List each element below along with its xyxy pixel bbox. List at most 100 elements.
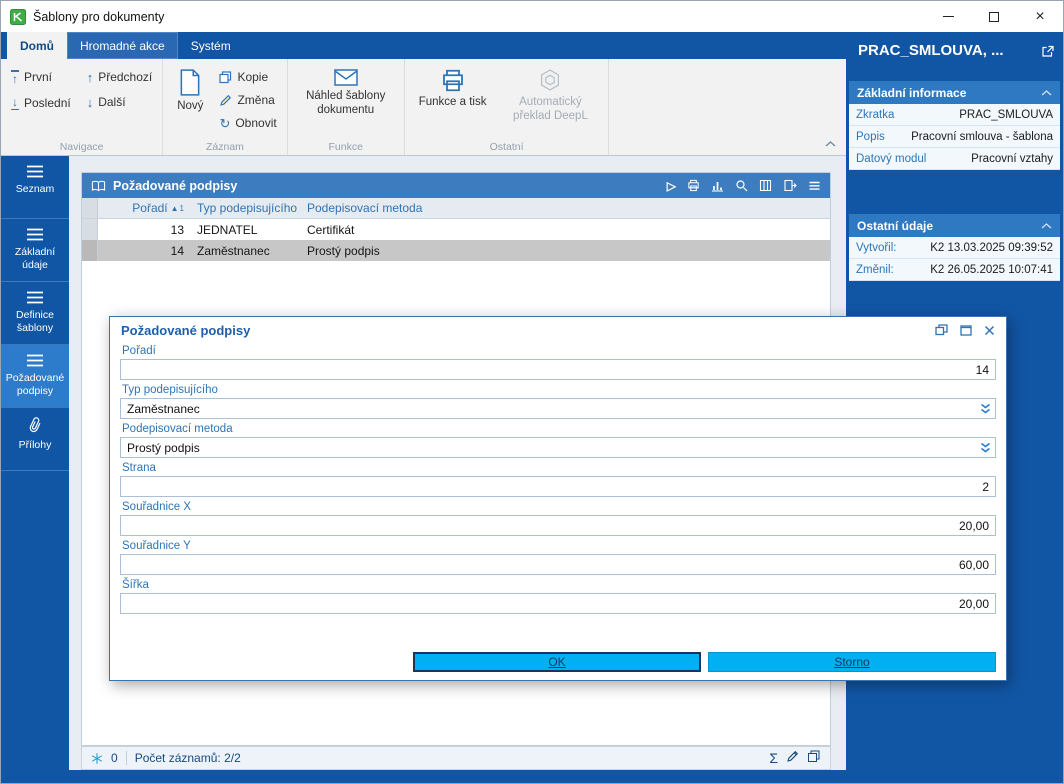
column-header-typ[interactable]: Typ podepisujícího [190,201,300,215]
play-button[interactable]: ▷ [667,180,676,192]
column-header-poradi[interactable]: Pořadí ▲ 1 [98,201,190,215]
dialog-dock-button[interactable] [935,324,948,336]
lookup-button[interactable] [978,401,993,416]
section-header-ostatni-udaje[interactable]: Ostatní údaje [849,214,1060,237]
dialog-titlebar: Požadované podpisy [110,317,1006,343]
table-row-2-selected[interactable]: 14 Zaměstnanec Prostý podpis [82,240,830,261]
sidebar-item-pozadovane-podpisy[interactable]: Požadované podpisy [1,345,69,408]
functions-print-button[interactable]: Funkce a tisk [415,67,491,126]
dialog-close-button[interactable] [984,325,995,336]
play-icon: ▷ [666,178,676,193]
cell-typ: JEDNATEL [197,222,258,237]
lookup-button[interactable] [978,440,993,455]
cell-metoda: Prostý podpis [307,243,380,258]
export-button[interactable] [783,179,797,192]
edit-record-button[interactable] [786,750,799,766]
dock-icon [935,324,948,336]
columns-button[interactable] [759,179,772,192]
document-icon [180,69,200,96]
close-icon: × [1035,7,1045,25]
sort-ascending-icon: ▲ 1 [170,203,184,213]
row-gutter[interactable] [82,219,98,240]
external-link-icon [1042,45,1054,57]
lookup-chevrons-icon [981,442,990,453]
cell-poradi: 13 [170,222,184,237]
souradnice-x-input[interactable] [120,515,996,536]
refresh-button[interactable]: ↻ Obnovit [219,116,276,130]
maximize-icon [960,324,972,336]
row-gutter[interactable] [82,240,98,261]
minimize-button[interactable] [925,1,971,32]
pencil-icon [787,750,799,762]
field-label-sirka: Šířka [122,579,149,591]
collapse-chevron-icon [1041,89,1052,95]
chevron-up-icon [825,141,836,147]
panel-row-datovy-modul: Datový modul Pracovní vztahy [849,148,1060,170]
search-button[interactable] [735,179,748,192]
edit-button[interactable]: Změna [219,93,276,107]
deepl-translate-button[interactable]: Automatický překlad DeepL [502,67,598,126]
sidebar-item-definice-sablony[interactable]: Definice šablony [1,282,69,345]
ribbon-group-ostatni: Funkce a tisk Automatický překlad DeepL … [405,59,610,155]
pencil-icon [220,94,232,106]
cell-typ: Zaměstnanec [197,243,270,258]
sirka-input[interactable] [120,593,996,614]
previous-button[interactable]: ↑ Předchozí [87,70,153,84]
list-icon [27,354,43,367]
paperclip-icon [29,417,40,433]
columns-icon [759,179,772,192]
copy-records-button[interactable] [807,750,821,766]
last-button[interactable]: ↓ Poslední [11,96,71,111]
first-button[interactable]: ↑ První [11,70,71,84]
section-header-zakladni-informace[interactable]: Základní informace [849,81,1060,104]
close-button[interactable]: × [1017,1,1063,32]
tab-domu[interactable]: Domů [7,32,67,59]
copy-button[interactable]: Kopie [219,70,276,84]
grid-header-row: Pořadí ▲ 1 Typ podepisujícího Podepisovací… [82,198,830,219]
minimize-icon [942,16,954,17]
export-icon [784,179,797,192]
dialog-maximize-button[interactable] [960,324,972,336]
sidebar-item-seznam[interactable]: Seznam [1,156,69,219]
panel-row-zkratka: Zkratka PRAC_SMLOUVA [849,104,1060,126]
menu-icon[interactable] [808,179,821,192]
souradnice-y-input[interactable] [120,554,996,575]
statusbar: 0 Počet záznamů: 2/2 Σ [81,746,831,770]
podepisovaci-metoda-input[interactable] [120,437,996,458]
search-icon [736,180,748,192]
sum-button[interactable]: Σ [769,751,778,765]
lookup-chevrons-icon [981,403,990,414]
open-in-window-button[interactable] [1041,45,1054,58]
panel-row-vytvoril: Vytvořil: K2 13.03.2025 09:39:52 [849,237,1060,259]
ribbon-collapse-button[interactable] [825,136,836,150]
tab-system[interactable]: Systém [178,32,244,59]
chart-button[interactable] [711,179,724,192]
template-preview-button[interactable]: Náhled šablony dokumentu [298,67,394,120]
sidebar-item-zakladni-udaje[interactable]: Základní údaje [1,219,69,282]
book-icon [91,180,106,191]
copy-icon [808,750,820,762]
field-label-souradnice-y: Souřadnice Y [122,540,191,552]
storno-button[interactable]: Storno [708,652,996,672]
next-button[interactable]: ↓ Další [87,95,153,109]
dialog-window-controls [935,324,995,336]
envelope-icon [333,69,358,86]
maximize-icon [989,11,999,22]
print-button[interactable] [687,179,700,192]
table-row-1[interactable]: 13 JEDNATEL Certifikát [82,219,830,240]
tab-hromadne-akce[interactable]: Hromadné akce [67,32,178,59]
collapse-chevron-icon [1041,222,1052,228]
grid-titlebar: Požadované podpisy ▷ [82,173,830,198]
sidebar: Seznam Základní údaje Definice šablony P… [1,156,69,783]
column-header-metoda[interactable]: Podepisovací metoda [300,201,830,215]
ok-button[interactable]: OK [413,652,701,672]
ribbon-group-zaznam: Nový Kopie Změna ↻ Obnovit Záznam [163,59,288,155]
new-button[interactable]: Nový [173,67,207,130]
maximize-button[interactable] [971,1,1017,32]
app-window: Šablony pro dokumenty × Domů Hromadné ak… [0,0,1064,784]
sidebar-item-prilohy[interactable]: Přílohy [1,408,69,471]
strana-input[interactable] [120,476,996,497]
poradi-input[interactable] [120,359,996,380]
typ-podepisujiciho-input[interactable] [120,398,996,419]
cell-metoda: Certifikát [307,222,355,237]
